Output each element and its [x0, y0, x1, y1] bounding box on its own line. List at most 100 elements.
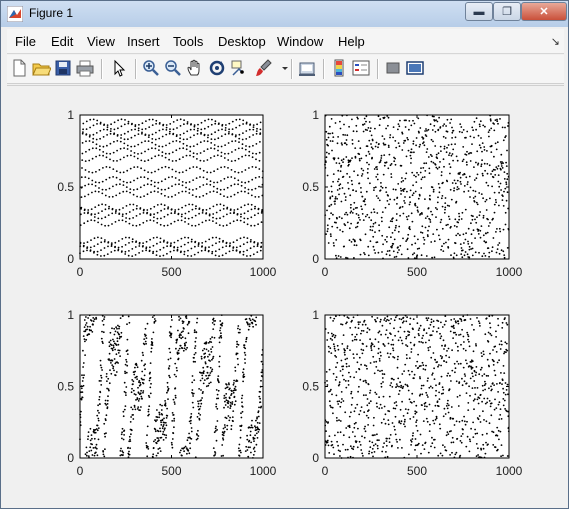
data-point [327, 144, 329, 147]
data-point [238, 455, 241, 457]
data-point [148, 405, 151, 408]
data-point [353, 376, 355, 379]
brush-icon[interactable] [253, 58, 273, 78]
data-point [106, 406, 109, 408]
data-point [467, 190, 470, 192]
maximize-button[interactable]: ❐ [493, 2, 521, 21]
title-bar[interactable]: Figure 1 ▬ ❐ ✕ [1, 1, 568, 27]
data-point [188, 188, 191, 191]
data-point [361, 173, 364, 175]
show-plot-tools-icon[interactable] [405, 58, 425, 78]
figure-canvas[interactable]: 0 500 1000 0 0.5 1 0 500 1000 0 0.5 1 0 500 1000 0 0.5 1 0… [7, 85, 564, 503]
data-point [408, 333, 410, 336]
data-point [380, 333, 382, 336]
data-point [246, 255, 248, 257]
open-file-icon[interactable] [31, 58, 51, 78]
close-button[interactable]: ✕ [521, 2, 567, 21]
hide-plot-tools-icon[interactable] [383, 58, 403, 78]
data-cursor-icon[interactable] [229, 58, 249, 78]
data-point [121, 431, 123, 434]
data-point [355, 244, 358, 247]
data-point [215, 217, 218, 220]
minimize-button[interactable]: ▬ [465, 2, 493, 21]
subplot-4[interactable]: 0 500 100000.51 [302, 308, 522, 478]
data-point [151, 147, 153, 150]
figure-window: Figure 1 ▬ ❐ ✕ File Edit View Insert Too… [0, 0, 569, 509]
data-point [464, 208, 467, 211]
data-point [190, 430, 193, 433]
legend-icon[interactable] [351, 58, 371, 78]
data-point [462, 335, 465, 338]
data-point [243, 212, 246, 215]
data-point [367, 424, 369, 426]
menu-help[interactable]: Help [338, 34, 365, 49]
y-tick-label: 0 [67, 451, 74, 465]
data-point [342, 161, 344, 163]
new-figure-icon[interactable] [9, 58, 29, 78]
data-point [460, 343, 462, 346]
data-point [91, 179, 94, 182]
save-icon[interactable] [53, 58, 73, 78]
data-point [405, 335, 408, 338]
data-point [415, 175, 417, 178]
data-point [453, 225, 456, 227]
menu-view[interactable]: View [87, 34, 115, 49]
colorbar-icon[interactable] [329, 58, 349, 78]
data-point [250, 216, 253, 219]
data-point [147, 410, 150, 413]
subplot-1[interactable]: 0 500 100000.51 [57, 108, 276, 279]
data-point [261, 375, 264, 378]
data-point [353, 410, 356, 413]
rotate-3d-icon[interactable] [207, 58, 227, 78]
pan-hand-icon[interactable] [185, 58, 205, 78]
menu-edit[interactable]: Edit [51, 34, 73, 49]
data-point [432, 190, 435, 193]
data-point [162, 254, 165, 257]
data-point [97, 221, 99, 224]
data-point [505, 351, 507, 354]
data-point [194, 214, 197, 217]
data-point [365, 365, 368, 367]
data-point [184, 217, 187, 220]
menu-window[interactable]: Window [277, 34, 323, 49]
menu-file[interactable]: File [15, 34, 36, 49]
data-point [234, 159, 237, 162]
data-point [379, 351, 382, 354]
print-icon[interactable] [75, 58, 95, 78]
data-point [197, 251, 200, 254]
menu-tools[interactable]: Tools [173, 34, 203, 49]
data-point [339, 455, 341, 457]
data-point [260, 212, 263, 214]
link-plot-icon[interactable] [297, 58, 317, 78]
dock-arrow-icon[interactable]: ↘ [551, 35, 560, 48]
data-point [492, 444, 495, 446]
data-point [122, 180, 125, 183]
data-point [105, 188, 107, 191]
zoom-out-icon[interactable] [163, 58, 183, 78]
data-point [418, 334, 420, 337]
data-point [468, 175, 471, 178]
data-point [215, 425, 217, 428]
data-point [219, 188, 222, 191]
data-point [163, 433, 166, 436]
data-point [173, 373, 176, 376]
data-point [230, 169, 233, 171]
menu-insert[interactable]: Insert [127, 34, 160, 49]
data-point [164, 427, 166, 430]
data-point [329, 233, 332, 236]
data-point [486, 397, 489, 400]
subplot-3[interactable]: 0 500 100000.51 [57, 308, 276, 478]
menu-desktop[interactable]: Desktop [218, 34, 266, 49]
subplot-2[interactable]: 0 500 100000.51 [302, 108, 522, 279]
data-point [132, 193, 135, 196]
brush-dropdown-icon[interactable] [275, 58, 288, 78]
data-point [340, 401, 343, 404]
zoom-in-icon[interactable] [141, 58, 161, 78]
data-point [464, 251, 467, 253]
data-point [81, 396, 84, 399]
pointer-icon[interactable] [109, 58, 129, 78]
data-point [239, 245, 242, 248]
data-point [200, 121, 203, 124]
data-point [505, 165, 508, 167]
data-point [253, 446, 256, 449]
